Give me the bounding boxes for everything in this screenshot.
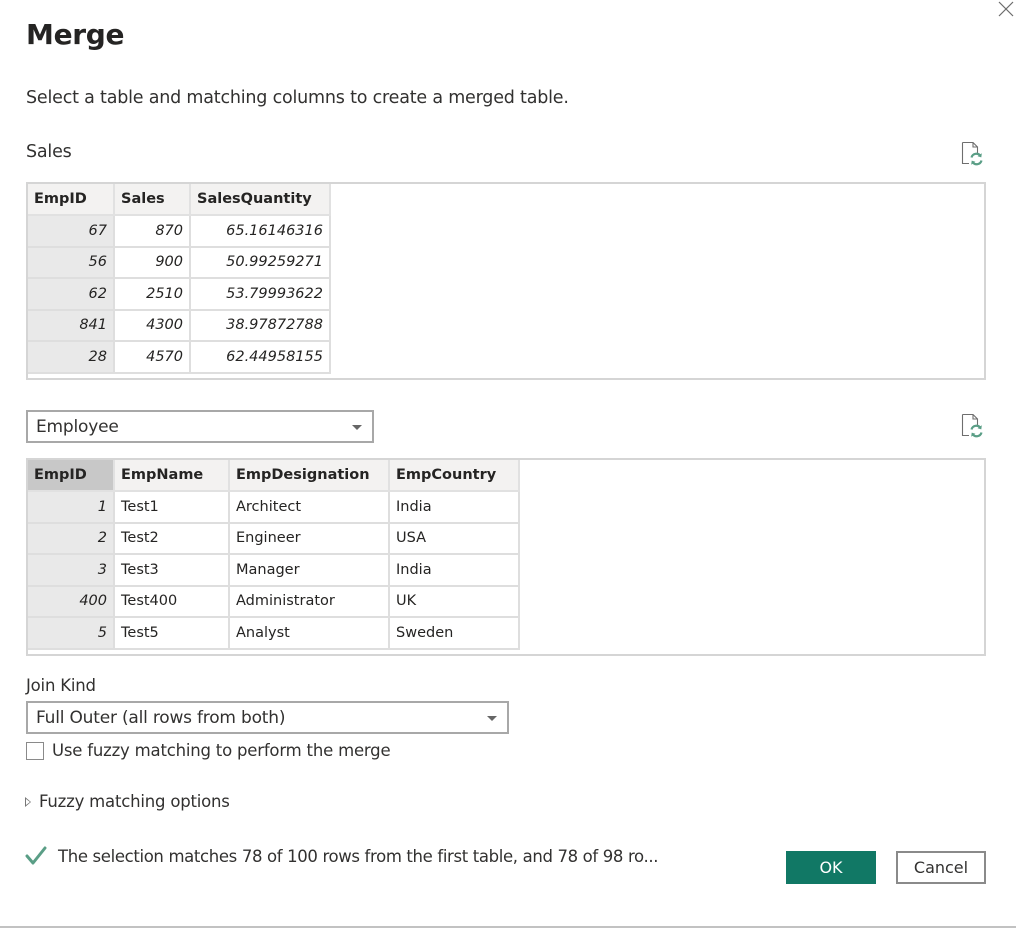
close-button[interactable] bbox=[996, 0, 1016, 18]
close-icon bbox=[998, 1, 1014, 17]
table-cell: Test1 bbox=[113, 490, 230, 524]
refresh-second-table-button[interactable] bbox=[960, 412, 986, 440]
table-cell: India bbox=[388, 553, 520, 587]
table-cell: Analyst bbox=[228, 616, 390, 650]
first-table-preview: EmpID Sales SalesQuantity 67 870 65.1614… bbox=[26, 182, 986, 380]
table-row: 1 Test1 Architect India bbox=[28, 490, 520, 524]
fuzzy-matching-options-label[interactable]: Fuzzy matching options bbox=[39, 792, 230, 811]
refresh-first-table-button[interactable] bbox=[960, 140, 986, 168]
table-cell: 2 bbox=[28, 521, 115, 555]
table-row: 2 Test2 Engineer USA bbox=[28, 521, 520, 555]
column-header[interactable]: SalesQuantity bbox=[189, 184, 331, 216]
table-cell: Engineer bbox=[228, 521, 390, 555]
table-cell: 1 bbox=[28, 490, 115, 524]
table-cell: Sweden bbox=[388, 616, 520, 650]
fuzzy-matching-checkbox-label[interactable]: Use fuzzy matching to perform the merge bbox=[52, 741, 391, 760]
checkmark-icon bbox=[25, 846, 47, 865]
table-cell: Test400 bbox=[113, 584, 230, 618]
table-cell: 900 bbox=[113, 245, 191, 279]
table-cell: 62 bbox=[28, 277, 115, 311]
table-cell: 5 bbox=[28, 616, 115, 650]
table-cell: 4300 bbox=[113, 308, 191, 342]
second-table-preview: EmpID EmpName EmpDesignation EmpCountry … bbox=[26, 458, 986, 656]
table-row: 3 Test3 Manager India bbox=[28, 553, 520, 587]
table-cell: Test5 bbox=[113, 616, 230, 650]
second-table-selected: Employee bbox=[36, 416, 119, 437]
table-cell: 870 bbox=[113, 214, 191, 248]
table-cell: Manager bbox=[228, 553, 390, 587]
first-table-header-row: EmpID Sales SalesQuantity bbox=[28, 184, 331, 216]
table-cell: 28 bbox=[28, 340, 115, 374]
table-cell: Administrator bbox=[228, 584, 390, 618]
join-kind-label: Join Kind bbox=[26, 676, 96, 695]
fuzzy-matching-checkbox-row[interactable]: Use fuzzy matching to perform the merge bbox=[26, 741, 391, 760]
expand-arrow-icon bbox=[25, 796, 31, 807]
table-cell: 53.79993622 bbox=[189, 277, 331, 311]
table-cell: Architect bbox=[228, 490, 390, 524]
table-cell: Test3 bbox=[113, 553, 230, 587]
table-cell: 65.16146316 bbox=[189, 214, 331, 248]
join-kind-dropdown[interactable]: Full Outer (all rows from both) bbox=[26, 701, 509, 734]
table-cell: 62.44958155 bbox=[189, 340, 331, 374]
first-table-name: Sales bbox=[26, 142, 72, 162]
column-header[interactable]: EmpDesignation bbox=[228, 460, 390, 492]
table-cell: India bbox=[388, 490, 520, 524]
table-row: 56 900 50.99259271 bbox=[28, 245, 331, 279]
table-cell: 400 bbox=[28, 584, 115, 618]
table-cell: UK bbox=[388, 584, 520, 618]
table-cell: 50.99259271 bbox=[189, 245, 331, 279]
table-cell: 67 bbox=[28, 214, 115, 248]
ok-button[interactable]: OK bbox=[786, 851, 876, 884]
column-header[interactable]: EmpName bbox=[113, 460, 230, 492]
chevron-down-icon bbox=[352, 424, 362, 430]
cancel-button[interactable]: Cancel bbox=[896, 851, 986, 884]
dialog-subtitle: Select a table and matching columns to c… bbox=[26, 88, 569, 108]
table-row: 67 870 65.16146316 bbox=[28, 214, 331, 248]
table-cell: USA bbox=[388, 521, 520, 555]
second-table-header-row: EmpID EmpName EmpDesignation EmpCountry bbox=[28, 460, 520, 492]
match-status-text: The selection matches 78 of 100 rows fro… bbox=[58, 846, 659, 866]
column-header[interactable]: EmpCountry bbox=[388, 460, 520, 492]
table-cell: 3 bbox=[28, 553, 115, 587]
table-row: 62 2510 53.79993622 bbox=[28, 277, 331, 311]
match-status: The selection matches 78 of 100 rows fro… bbox=[24, 845, 659, 867]
join-kind-selected: Full Outer (all rows from both) bbox=[36, 707, 286, 728]
dialog-title: Merge bbox=[26, 18, 125, 51]
fuzzy-matching-checkbox[interactable] bbox=[26, 741, 44, 760]
table-cell: 2510 bbox=[113, 277, 191, 311]
fuzzy-matching-options-toggle[interactable]: Fuzzy matching options bbox=[25, 792, 230, 811]
column-header[interactable]: Sales bbox=[113, 184, 191, 216]
table-row: 400 Test400 Administrator UK bbox=[28, 584, 520, 618]
second-table-dropdown[interactable]: Employee bbox=[26, 410, 374, 443]
document-refresh-icon bbox=[961, 413, 983, 438]
table-cell: 841 bbox=[28, 308, 115, 342]
table-row: 5 Test5 Analyst Sweden bbox=[28, 616, 520, 650]
table-cell: 4570 bbox=[113, 340, 191, 374]
table-cell: 56 bbox=[28, 245, 115, 279]
table-row: 841 4300 38.97872788 bbox=[28, 308, 331, 342]
table-cell: 38.97872788 bbox=[189, 308, 331, 342]
table-row: 28 4570 62.44958155 bbox=[28, 340, 331, 374]
column-header[interactable]: EmpID bbox=[28, 184, 115, 216]
table-cell: Test2 bbox=[113, 521, 230, 555]
first-table: EmpID Sales SalesQuantity 67 870 65.1614… bbox=[28, 184, 331, 374]
document-refresh-icon bbox=[961, 141, 983, 166]
second-table: EmpID EmpName EmpDesignation EmpCountry … bbox=[28, 460, 520, 650]
column-header-selected[interactable]: EmpID bbox=[28, 460, 115, 492]
chevron-down-icon bbox=[487, 715, 497, 721]
